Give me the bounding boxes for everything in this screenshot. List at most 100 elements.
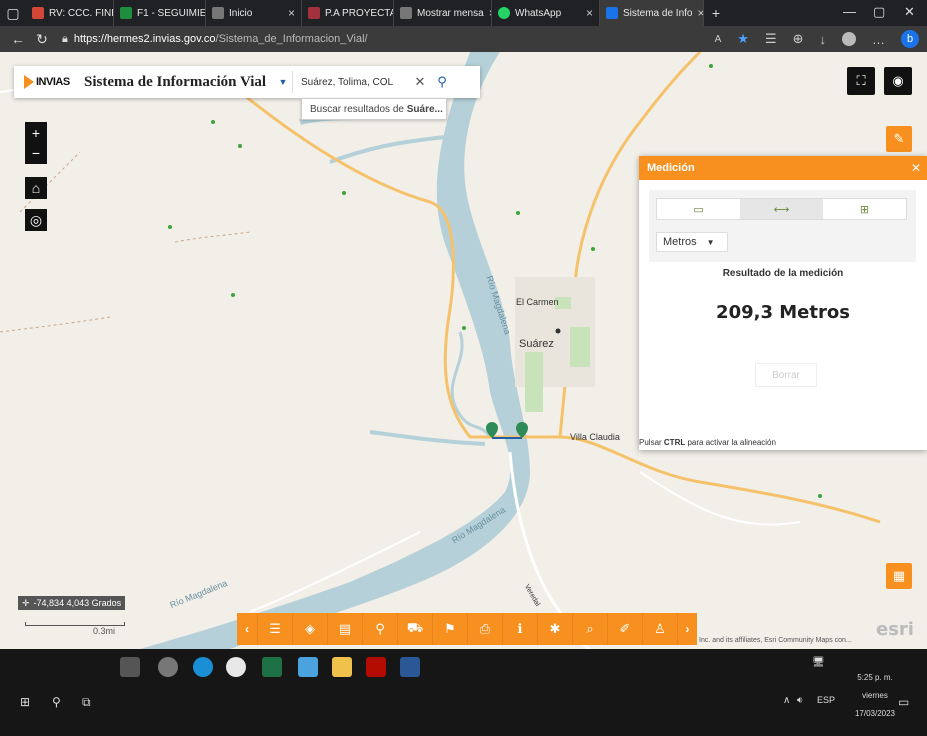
location-tool-tab[interactable]: ⊞	[823, 199, 906, 219]
area-tool-tab[interactable]: ▭	[657, 199, 740, 219]
map-point	[818, 494, 822, 498]
locate-icon: ◎	[29, 211, 43, 228]
search-input[interactable]	[292, 71, 410, 93]
close-window-icon[interactable]: ✕	[904, 4, 915, 20]
edit-button[interactable]: ✎	[886, 126, 912, 152]
favorite-star-icon[interactable]: ★	[737, 31, 749, 47]
user-location-icon[interactable]: ⚲	[362, 613, 397, 645]
coordinates-readout: ✛ -74,834 4,043 Grados	[18, 596, 126, 610]
main-toolbar: ‹ ☰ ◈ ▤ ⚲ ⛟ ⚑ ⎙ ℹ ✱ ⌕ ✐ ♙ ›	[237, 613, 697, 645]
legend-icon[interactable]: ☰	[257, 613, 292, 645]
zoom-in-button[interactable]: +	[25, 122, 47, 144]
url-field[interactable]: https://hermes2.invias.gov.co/Sistema_de…	[74, 33, 368, 45]
whatsapp-icon	[498, 7, 510, 19]
more-icon[interactable]: …	[872, 32, 885, 47]
edge-icon[interactable]	[193, 657, 213, 677]
boundary-line	[174, 231, 251, 243]
tab-actions-icon[interactable]: ▢	[0, 5, 26, 22]
language-indicator[interactable]: ESP	[817, 695, 835, 705]
word-icon[interactable]	[400, 657, 420, 677]
visibility-button[interactable]: ◉	[884, 67, 912, 95]
print-icon[interactable]: ⎙	[467, 613, 502, 645]
windows-start-icon[interactable]: ⊞	[20, 695, 30, 709]
tray-overflow-icon[interactable]: ∧	[783, 695, 790, 706]
search-source-dropdown[interactable]: ▼	[274, 66, 292, 98]
network-app-icon[interactable]	[120, 657, 140, 677]
close-icon[interactable]: ×	[288, 6, 295, 20]
esri-logo[interactable]: esri	[876, 619, 914, 640]
browser-tab-2[interactable]: F1 - SEGUIMIE ×	[114, 0, 206, 26]
clear-button[interactable]: Borrar	[755, 363, 817, 387]
browser-tab-4[interactable]: P.A PROYECTA ×	[302, 0, 394, 26]
area-icon: ▭	[693, 203, 704, 216]
clock-time: 5:25 p. m.	[857, 673, 893, 682]
home-button[interactable]: ⌂	[25, 177, 47, 199]
back-icon[interactable]: ←	[6, 31, 30, 47]
toolbar-next-button[interactable]: ›	[677, 613, 697, 645]
browser-tab-3[interactable]: Inicio ×	[206, 0, 302, 26]
lock-icon: 🔒︎	[62, 32, 68, 45]
browser-tab-5[interactable]: Mostrar mensa ×	[394, 0, 492, 26]
toolbar-prev-button[interactable]: ‹	[237, 613, 257, 645]
globe-icon[interactable]: ✱	[537, 613, 572, 645]
task-view-icon[interactable]: ⧉	[82, 695, 91, 710]
minimize-icon[interactable]: —	[843, 4, 856, 19]
tab-title: F1 - SEGUIMIE	[137, 7, 206, 19]
bookmark-icon[interactable]: ⚑	[432, 613, 467, 645]
measurement-tools: ▭ ⟷ ⊞ Metros ▼	[649, 190, 916, 262]
fullscreen-button[interactable]: ⛶	[847, 67, 875, 95]
profile-avatar-icon[interactable]	[842, 32, 856, 46]
units-select[interactable]: Metros ▼	[656, 232, 728, 252]
volume-icon[interactable]: 🔉︎	[797, 695, 803, 706]
map-point	[462, 326, 466, 330]
car-icon[interactable]: ⛟	[397, 613, 432, 645]
address-bar: ← ↻ 🔒︎ https://hermes2.invias.gov.co/Sis…	[0, 26, 927, 52]
search-suggestion[interactable]: Buscar resultados de Suáre...	[301, 98, 447, 120]
favorites-list-icon[interactable]: ☰	[765, 31, 777, 47]
close-icon[interactable]: ×	[586, 6, 593, 20]
paint-app-icon[interactable]	[158, 657, 178, 677]
close-icon[interactable]: ✕	[911, 161, 921, 175]
excel-icon[interactable]	[262, 657, 282, 677]
locate-button[interactable]: ◎	[25, 209, 47, 231]
info-icon[interactable]: ℹ	[502, 613, 537, 645]
crosshair-icon[interactable]: ✛	[22, 598, 30, 609]
refresh-icon[interactable]: ↻	[30, 31, 54, 48]
hint-prefix: Pulsar	[639, 438, 664, 447]
clear-search-icon[interactable]: ✕	[410, 74, 430, 90]
notepad-icon[interactable]	[298, 657, 318, 677]
distance-tool-tab[interactable]: ⟷	[740, 199, 823, 219]
draw-icon[interactable]: ✐	[607, 613, 642, 645]
result-value: 209,3 Metros	[716, 302, 850, 323]
search-icon[interactable]: ⚲	[52, 695, 61, 709]
browser-tab-7[interactable]: Sistema de Info ×	[600, 0, 704, 26]
map-view[interactable]: El Carmen Suárez Villa Claudia Río Magda…	[0, 52, 927, 649]
label-suarez: Suárez	[519, 338, 554, 350]
zoom-search-icon[interactable]: ⌕	[572, 613, 607, 645]
downloads-icon[interactable]: ↓	[820, 32, 827, 47]
read-aloud-icon[interactable]: A	[715, 34, 722, 45]
search-icon[interactable]: ⚲	[430, 74, 454, 90]
new-tab-button[interactable]: +	[704, 5, 728, 21]
acrobat-icon[interactable]	[366, 657, 386, 677]
file-explorer-icon[interactable]	[332, 657, 352, 677]
units-value: Metros	[663, 236, 697, 248]
restore-icon[interactable]: ▢	[873, 4, 885, 20]
clock[interactable]: 5:25 p. m. viernes 17/03/2023	[840, 669, 910, 723]
person-icon[interactable]: ♙	[642, 613, 677, 645]
gmail-icon	[32, 7, 44, 19]
map-attribution[interactable]: Inc. and its affiliates, Esri Community …	[699, 637, 852, 644]
browser-tab-6[interactable]: WhatsApp ×	[492, 0, 600, 26]
location-icon: ⊞	[859, 203, 870, 216]
chrome-icon[interactable]	[226, 657, 246, 677]
zoom-out-button[interactable]: −	[25, 142, 47, 164]
table-icon[interactable]: ▤	[327, 613, 362, 645]
bing-icon[interactable]: b	[901, 30, 919, 48]
address-bar-icons: A ★ ☰ ⊕ ↓ … b	[715, 30, 919, 48]
panel-title: Medición	[647, 162, 695, 174]
collections-icon[interactable]: ⊕	[793, 31, 804, 47]
layers-icon[interactable]: ◈	[292, 613, 327, 645]
browser-tab-1[interactable]: RV: CCC. FINDE ×	[26, 0, 114, 26]
basemap-gallery-button[interactable]: ▦	[886, 563, 912, 589]
url-host: https://hermes2.invias.gov.co	[73, 33, 216, 45]
